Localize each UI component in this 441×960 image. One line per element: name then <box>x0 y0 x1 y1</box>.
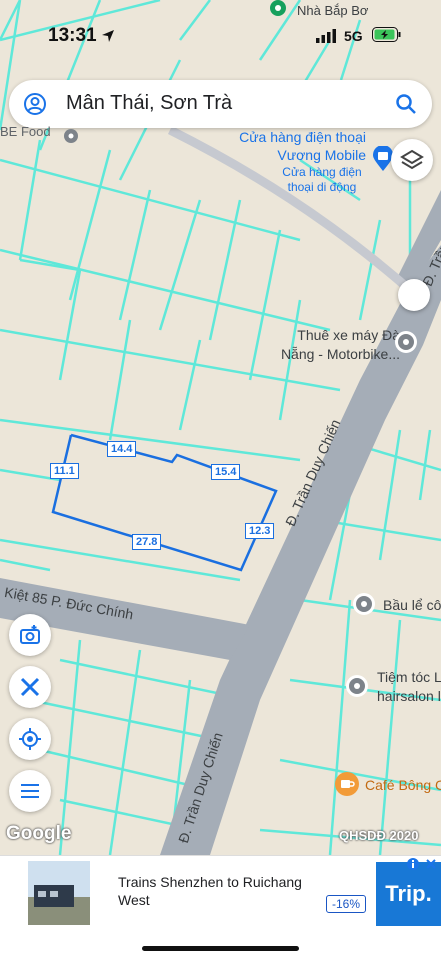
account-icon[interactable] <box>23 92 47 116</box>
cafe-icon[interactable] <box>334 771 360 797</box>
poi-phone-store-sub: Cửa hàng điện thoại di động <box>262 165 382 195</box>
poi-phone-store-line-1: Cửa hàng điện thoại <box>239 129 366 145</box>
google-logo: Google <box>6 823 72 844</box>
zoom-handle[interactable] <box>398 279 430 311</box>
poi-cafe[interactable]: Café Bông C <box>365 777 441 793</box>
poi-phone-store-line-2: Vương Mobile <box>277 147 366 163</box>
poi-hair-line-2: hairsalon l <box>377 688 441 704</box>
poi-phone-store-sub-1: Cửa hàng điện <box>282 165 362 179</box>
measure-top-left: 14.4 <box>107 441 137 457</box>
ad-banner[interactable]: Trains Shenzhen to Ruichang West -16% Tr… <box>0 855 441 931</box>
ad-brand-text: Trip. <box>385 881 432 906</box>
battery-icon <box>372 27 401 42</box>
poi-motorbike[interactable]: Thuê xe máy Đà Nẵng - Motorbike... <box>275 326 400 364</box>
signal-icon <box>316 29 336 43</box>
place-pin-icon[interactable] <box>268 0 288 22</box>
place-pin-icon[interactable] <box>345 674 369 698</box>
status-bar: 13:31 5G <box>0 22 441 52</box>
map-view[interactable]: 13:31 5G Nhà Bắp Bơ Mân Thái, Sơn Trà BE… <box>0 0 441 855</box>
layers-icon <box>400 149 424 170</box>
place-pin-icon[interactable] <box>61 128 81 148</box>
measure-bottom: 27.8 <box>132 534 162 550</box>
poi-hair[interactable]: Tiệm tóc L hairsalon l <box>377 668 441 706</box>
layer-attribution: QHSDĐ 2020 <box>339 828 419 843</box>
search-icon[interactable] <box>394 92 418 116</box>
layers-button[interactable] <box>391 139 433 181</box>
poi-motorbike-line-1: Thuê xe máy Đà <box>297 327 400 343</box>
place-pin-icon[interactable] <box>352 592 376 616</box>
poi-hair-line-1: Tiệm tóc L <box>377 669 441 685</box>
ruler-pencil-icon <box>20 677 40 697</box>
ad-title[interactable]: Trains Shenzhen to Ruichang West <box>118 873 328 909</box>
home-indicator[interactable] <box>142 946 299 951</box>
measured-parcel-outline <box>51 433 278 572</box>
measure-left: 11.1 <box>50 463 79 479</box>
add-photo-icon <box>20 625 40 644</box>
ad-close-icon[interactable] <box>424 857 438 871</box>
search-bar[interactable]: Mân Thái, Sơn Trà <box>9 80 432 128</box>
ad-train-image <box>28 861 90 925</box>
poi-phone-store-title[interactable]: Cửa hàng điện thoại Vương Mobile <box>236 128 366 164</box>
poi-phone-store-sub-2: thoại di động <box>287 180 357 194</box>
network-type: 5G <box>344 28 363 44</box>
place-pin-icon[interactable] <box>394 330 418 356</box>
crosshair-icon <box>19 728 41 750</box>
poi-label-food[interactable]: BE Food <box>0 124 51 139</box>
poi-motorbike-line-2: Nẵng - Motorbike... <box>280 346 400 362</box>
measure-tool-button[interactable] <box>9 666 51 708</box>
my-location-button[interactable] <box>9 718 51 760</box>
measure-top-right: 15.4 <box>211 464 241 480</box>
ad-brand-logo[interactable]: Trip. <box>376 862 441 926</box>
menu-button[interactable] <box>9 770 51 812</box>
add-photo-button[interactable] <box>9 614 51 656</box>
menu-icon <box>21 784 39 798</box>
location-arrow-icon <box>102 30 114 42</box>
measure-right: 12.3 <box>245 523 275 539</box>
status-time: 13:31 <box>48 25 97 46</box>
poi-label-top[interactable]: Nhà Bắp Bơ <box>297 3 368 18</box>
ad-info-icon[interactable] <box>406 857 420 871</box>
poi-bau[interactable]: Bầu lể cô <box>383 597 441 613</box>
search-query: Mân Thái, Sơn Trà <box>66 92 233 114</box>
ad-discount-badge: -16% <box>326 895 367 913</box>
